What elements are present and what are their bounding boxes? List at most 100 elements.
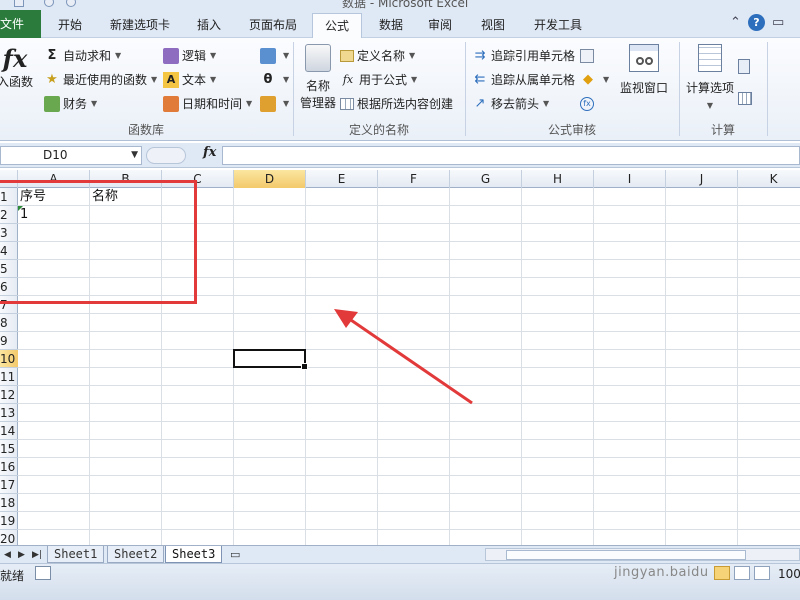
- evaluate-formula-button[interactable]: fx: [580, 94, 597, 114]
- tab-formulas[interactable]: 公式: [312, 13, 362, 39]
- row-header-17[interactable]: 17: [0, 476, 18, 494]
- row-header-14[interactable]: 14: [0, 422, 18, 440]
- row-header-13[interactable]: 13: [0, 404, 18, 422]
- undo-icon[interactable]: [44, 0, 54, 7]
- lookup-book-icon: [260, 48, 276, 64]
- redo-icon[interactable]: [66, 0, 76, 7]
- trace-dependents-icon: ⇇: [474, 72, 486, 87]
- calculation-options-button[interactable]: 计算选项 ▼: [682, 44, 738, 114]
- calculate-now-icon: [738, 58, 750, 74]
- tab-home[interactable]: 开始: [50, 13, 90, 38]
- name-manager-button[interactable]: 名称 管理器: [296, 44, 340, 112]
- horizontal-scrollbar[interactable]: [485, 548, 800, 561]
- group-defined-names: 名称 管理器 定义名称 ▼ fx 用于公式 ▼ 根据所选内容创建 定义的名称: [294, 38, 464, 140]
- sheet-tab-sheet2[interactable]: Sheet2: [107, 546, 165, 563]
- save-icon[interactable]: [14, 0, 24, 7]
- autosum-button[interactable]: Σ 自动求和 ▼: [44, 46, 122, 66]
- error-checking-button[interactable]: ◆ ▼: [580, 70, 609, 90]
- prev-sheet-icon[interactable]: ▶: [18, 547, 25, 563]
- tab-developer[interactable]: 开发工具: [527, 13, 589, 38]
- column-header-d[interactable]: D: [234, 170, 306, 188]
- logical-button[interactable]: 逻辑 ▼: [163, 46, 216, 66]
- formula-input[interactable]: [222, 146, 800, 165]
- chevron-down-icon: ▼: [411, 75, 418, 84]
- page-layout-view-icon[interactable]: [734, 566, 750, 580]
- show-formulas-button[interactable]: [580, 46, 597, 66]
- group-formula-auditing: ⇉ 追踪引用单元格 ⇇ 追踪从属单元格 ↗ 移去箭头 ▼ ◆ ▼ fx 监视窗口…: [466, 38, 678, 140]
- name-box[interactable]: D10 ▼: [0, 146, 142, 165]
- active-cell-d10[interactable]: [233, 349, 308, 370]
- row-header-18[interactable]: 18: [0, 494, 18, 512]
- column-header-i[interactable]: I: [594, 170, 666, 188]
- name-box-value: D10: [43, 148, 68, 162]
- trace-dependents-button[interactable]: ⇇ 追踪从属单元格: [472, 70, 575, 90]
- tab-file[interactable]: 文件: [0, 10, 41, 38]
- next-sheet-icon[interactable]: ▶|: [32, 547, 42, 563]
- window-title: 数据 - Microsoft Excel: [342, 0, 469, 10]
- insert-function-fx-icon[interactable]: fx: [203, 145, 216, 160]
- row-gridline: [18, 439, 800, 440]
- column-header-g[interactable]: G: [450, 170, 522, 188]
- zoom-level[interactable]: 100: [778, 567, 800, 581]
- window-minimize-icon[interactable]: ▭: [772, 15, 784, 31]
- recently-used-button[interactable]: ★ 最近使用的函数 ▼: [44, 70, 157, 90]
- tab-insert[interactable]: 插入: [188, 13, 230, 38]
- use-in-formula-button[interactable]: fx 用于公式 ▼: [340, 70, 417, 90]
- row-header-8[interactable]: 8: [0, 314, 18, 332]
- row-header-11[interactable]: 11: [0, 368, 18, 386]
- create-from-selection-label: 根据所选内容创建: [357, 97, 454, 111]
- text-button[interactable]: A 文本 ▼: [163, 70, 216, 90]
- column-header-h[interactable]: H: [522, 170, 594, 188]
- row-header-20[interactable]: 20: [0, 530, 18, 545]
- row-gridline: [18, 385, 800, 386]
- date-time-label: 日期和时间: [182, 97, 243, 111]
- normal-view-icon[interactable]: [714, 566, 730, 580]
- ribbon-minimize-icon[interactable]: ⌃: [730, 15, 741, 31]
- scrollbar-thumb[interactable]: [506, 550, 746, 560]
- column-header-j[interactable]: J: [666, 170, 738, 188]
- row-header-10[interactable]: 10: [0, 350, 18, 368]
- more-functions-book-icon: [260, 96, 276, 112]
- tab-data[interactable]: 数据: [371, 13, 411, 38]
- page-break-view-icon[interactable]: [754, 566, 770, 580]
- tab-page-layout[interactable]: 页面布局: [240, 13, 306, 38]
- insert-sheet-icon[interactable]: ▭: [230, 547, 240, 563]
- remove-arrows-button[interactable]: ↗ 移去箭头 ▼: [472, 94, 550, 114]
- tab-review[interactable]: 审阅: [420, 13, 460, 38]
- tab-view[interactable]: 视图: [473, 13, 513, 38]
- name-manager-icon: [305, 44, 331, 72]
- lookup-reference-button[interactable]: ▼: [260, 46, 289, 66]
- date-time-button[interactable]: 日期和时间 ▼: [163, 94, 252, 114]
- math-trig-button[interactable]: θ ▼: [260, 70, 290, 90]
- more-functions-button[interactable]: ▼: [260, 94, 289, 114]
- macro-record-icon[interactable]: [35, 566, 51, 580]
- column-header-f[interactable]: F: [378, 170, 450, 188]
- text-label: 文本: [182, 73, 207, 87]
- row-header-15[interactable]: 15: [0, 440, 18, 458]
- trace-precedents-button[interactable]: ⇉ 追踪引用单元格: [472, 46, 575, 66]
- chevron-down-icon: ▼: [246, 99, 253, 108]
- column-header-e[interactable]: E: [306, 170, 378, 188]
- sheet-tab-sheet3[interactable]: Sheet3: [165, 546, 223, 563]
- row-header-19[interactable]: 19: [0, 512, 18, 530]
- first-sheet-icon[interactable]: ◀: [4, 547, 11, 563]
- tab-new-tab[interactable]: 新建选项卡: [101, 13, 179, 38]
- sheet-tab-sheet1[interactable]: Sheet1: [47, 546, 105, 563]
- row-header-9[interactable]: 9: [0, 332, 18, 350]
- row-header-16[interactable]: 16: [0, 458, 18, 476]
- insert-function-button[interactable]: fx 入函数: [0, 44, 38, 91]
- trace-precedents-label: 追踪引用单元格: [491, 49, 576, 63]
- create-from-selection-button[interactable]: 根据所选内容创建: [340, 94, 453, 114]
- define-name-button[interactable]: 定义名称 ▼: [340, 46, 415, 66]
- chevron-down-icon: ▼: [706, 101, 714, 110]
- column-header-k[interactable]: K: [738, 170, 800, 188]
- calculate-sheet-button[interactable]: [738, 88, 755, 108]
- remove-arrows-label: 移去箭头: [491, 97, 540, 111]
- calculate-now-button[interactable]: [738, 56, 753, 76]
- help-icon[interactable]: ?: [748, 14, 765, 31]
- watch-window-button[interactable]: 监视窗口: [616, 44, 672, 97]
- chevron-down-icon[interactable]: ▼: [131, 147, 138, 164]
- financial-button[interactable]: 财务 ▼: [44, 94, 97, 114]
- row-header-12[interactable]: 12: [0, 386, 18, 404]
- star-book-icon: ★: [46, 72, 58, 87]
